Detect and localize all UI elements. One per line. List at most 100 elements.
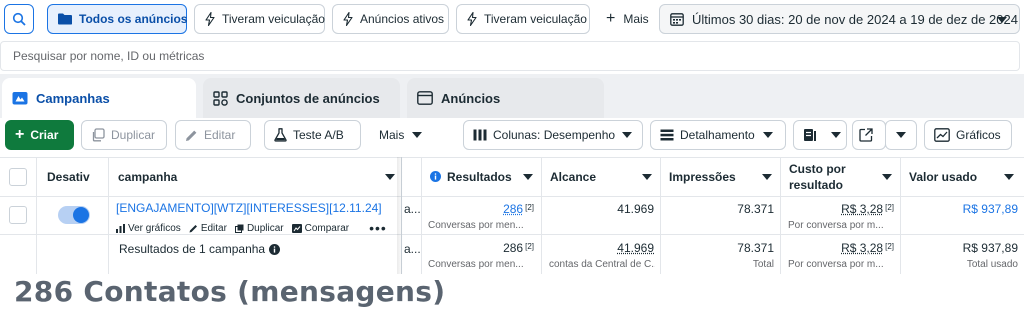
column-header-name[interactable]: campanha xyxy=(118,157,401,196)
tab-adsets-label: Conjuntos de anúncios xyxy=(236,90,380,106)
campaign-name-link[interactable]: [ENGAJAMENTO][WTZ][INTERESSES][12.11.24] xyxy=(116,201,382,215)
row-checkbox[interactable] xyxy=(9,206,27,224)
summary-impressions-type: Total xyxy=(752,259,774,270)
filter-bar: Todos os anúncios Tiveram veiculação Anú… xyxy=(0,0,1024,40)
create-button[interactable]: + Criar xyxy=(5,120,74,150)
chevron-down-icon xyxy=(385,174,395,180)
summary-cpr-value: R$ 3,28 xyxy=(841,241,884,255)
charts-label: Gráficos xyxy=(956,128,1001,142)
chevron-down-icon xyxy=(642,174,652,180)
charts-button[interactable]: Gráficos xyxy=(924,120,1012,150)
edit-button[interactable]: Editar xyxy=(175,120,251,150)
more-filters-label: Mais xyxy=(623,12,649,26)
breakdown-button[interactable]: Detalhamento xyxy=(650,120,786,150)
campaign-cpr-value: R$ 3,28 xyxy=(841,202,884,216)
summary-row-label: Resultados de 1 campanha xyxy=(119,242,281,256)
column-header-results-label: Resultados xyxy=(447,169,512,184)
ab-test-label: Teste A/B xyxy=(293,128,344,142)
tab-campaigns[interactable]: Campanhas xyxy=(2,78,196,118)
compare-action-label: Comparar xyxy=(304,222,350,234)
duplicate-label: Duplicar xyxy=(111,128,156,142)
column-header-cost-per-result[interactable]: Custo por resultado xyxy=(789,157,900,196)
plus-icon: + xyxy=(606,10,616,27)
columns-label: Colunas: Desempenho xyxy=(493,128,616,142)
tab-ads[interactable]: Anúncios xyxy=(407,78,604,118)
duplicate-icon xyxy=(92,128,105,142)
divider xyxy=(108,157,109,274)
divider xyxy=(421,157,422,274)
more-options-icon[interactable]: ••• xyxy=(369,220,387,236)
campaign-reach: 41.969 xyxy=(617,202,654,216)
tab-adsets[interactable]: Conjuntos de anúncios xyxy=(203,78,400,118)
chevron-down-icon xyxy=(412,132,423,138)
truncated-cell: a... xyxy=(404,242,421,256)
edit-label: Editar xyxy=(204,128,236,142)
column-header-amount-spent[interactable]: Valor usado xyxy=(909,157,1024,196)
summary-results-type: Conversas por men... xyxy=(428,259,524,270)
lightning-icon xyxy=(205,12,215,26)
more-filters-button[interactable]: + Mais xyxy=(606,4,649,34)
tab-campaigns-label: Campanhas xyxy=(36,90,110,106)
chevron-down-icon xyxy=(622,132,632,138)
folder-icon xyxy=(58,13,72,25)
duplicate-action[interactable]: Duplicar xyxy=(234,223,284,234)
summary-label-text: Resultados de 1 campanha xyxy=(119,242,266,256)
filter-delivered-label: Tiveram veiculação xyxy=(222,12,325,26)
export-options-button[interactable] xyxy=(885,120,917,150)
date-range-picker[interactable]: Últimos 30 dias: 20 de nov de 2024 a 19 … xyxy=(659,4,1020,34)
pencil-icon xyxy=(186,130,197,141)
campaign-cpr-type: Por conversa por m... xyxy=(788,220,884,231)
footnote-marker: [2] xyxy=(885,242,894,251)
search-bar xyxy=(0,41,1020,71)
lightning-icon xyxy=(467,12,477,26)
compare-icon xyxy=(291,223,302,233)
column-header-status[interactable]: Desativ xyxy=(47,157,107,196)
filter-delivered-button[interactable]: Tiveram veiculação xyxy=(194,4,325,34)
footnote-marker: [2] xyxy=(525,242,534,251)
view-charts-action[interactable]: Ver gráficos xyxy=(116,223,181,234)
campaign-table: Desativ campanha Resultados Alcance Impr… xyxy=(0,157,1024,274)
edit-action-label: Editar xyxy=(200,222,227,234)
summary-reach: 41.969 xyxy=(550,241,654,255)
columns-button[interactable]: Colunas: Desempenho xyxy=(463,120,643,150)
create-label: Criar xyxy=(30,128,59,142)
campaign-results-value: 286 xyxy=(503,202,524,216)
duplicate-button[interactable]: Duplicar xyxy=(81,120,167,150)
search-toggle-button[interactable] xyxy=(4,4,34,34)
toggle-knob xyxy=(73,207,89,223)
campaign-impressions: 78.371 xyxy=(737,202,774,216)
column-header-name-label: campanha xyxy=(118,169,178,184)
export-button[interactable] xyxy=(852,120,886,150)
summary-results-value: 286 xyxy=(503,241,524,255)
chevron-down-icon xyxy=(896,132,906,138)
pencil-icon xyxy=(189,224,197,232)
caption-text: 286 Contatos (mensagens) xyxy=(14,275,446,308)
divider xyxy=(541,157,542,274)
filter-delivered-2-button[interactable]: Tiveram veiculação xyxy=(456,4,590,34)
divider xyxy=(36,157,37,274)
lightning-icon xyxy=(343,12,353,26)
search-input[interactable] xyxy=(1,42,1019,70)
select-all-checkbox[interactable] xyxy=(9,168,27,186)
campaign-amount-spent[interactable]: R$ 937,89 xyxy=(909,202,1018,216)
reports-button[interactable] xyxy=(793,120,847,150)
filter-all-ads-button[interactable]: Todos os anúncios xyxy=(47,4,187,34)
campaign-status-toggle[interactable] xyxy=(58,206,90,224)
divider xyxy=(780,157,781,274)
row-actions: Ver gráficos Editar Duplicar Comparar ••… xyxy=(116,220,387,236)
edit-action[interactable]: Editar xyxy=(189,223,227,234)
summary-reach-value: 41.969 xyxy=(617,241,654,255)
chevron-down-icon xyxy=(882,174,892,180)
more-actions-button[interactable]: Mais xyxy=(370,120,440,150)
breakdown-icon xyxy=(660,129,674,141)
column-header-results[interactable]: Resultados xyxy=(430,157,541,196)
column-header-truncated[interactable] xyxy=(402,157,421,196)
campaign-results-type: Conversas por men... xyxy=(428,220,524,231)
grid-icon xyxy=(213,90,228,106)
compare-action[interactable]: Comparar xyxy=(291,222,350,234)
column-header-impressions[interactable]: Impressões xyxy=(669,157,780,196)
column-header-reach[interactable]: Alcance xyxy=(550,157,660,196)
campaign-results[interactable]: 286 [2] xyxy=(430,202,534,216)
filter-active-ads-button[interactable]: Anúncios ativos xyxy=(332,4,449,34)
ab-test-button[interactable]: Teste A/B xyxy=(264,120,361,150)
